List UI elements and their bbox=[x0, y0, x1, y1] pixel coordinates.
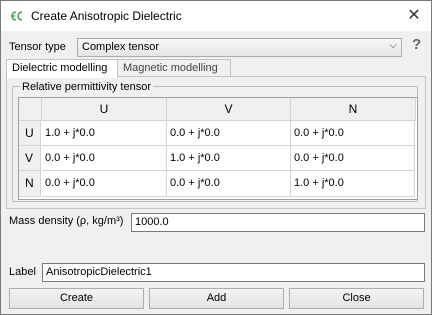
help-icon[interactable]: ? bbox=[412, 36, 421, 53]
close-icon[interactable]: ✕ bbox=[403, 5, 425, 27]
app-icon bbox=[11, 11, 23, 21]
table-cell[interactable]: 0.0 + j*0.0 bbox=[291, 146, 415, 171]
column-header-u: U bbox=[42, 98, 167, 121]
tab-dielectric-modelling[interactable]: Dielectric modelling bbox=[6, 59, 118, 78]
table-cell[interactable]: 1.0 + j*0.0 bbox=[42, 121, 167, 146]
close-button[interactable]: Close bbox=[289, 288, 424, 309]
table-cell[interactable]: 1.0 + j*0.0 bbox=[291, 171, 415, 197]
tab-panel: Relative permittivity tensor U V N U 1.0… bbox=[6, 76, 426, 209]
row-header-v: V bbox=[19, 146, 41, 171]
tab-label: Magnetic modelling bbox=[123, 62, 218, 74]
tab-label: Dielectric modelling bbox=[12, 62, 108, 74]
chevron-down-icon: ⌵ bbox=[389, 40, 397, 51]
table-cell[interactable]: 1.0 + j*0.0 bbox=[167, 146, 291, 171]
row-header-n: N bbox=[19, 171, 41, 197]
column-header-v: V bbox=[167, 98, 291, 121]
mass-density-input[interactable]: 1000.0 bbox=[131, 213, 425, 232]
table-cell[interactable]: 0.0 + j*0.0 bbox=[167, 171, 291, 197]
mass-density-label: Mass density (ρ, kg/m³) bbox=[9, 215, 124, 227]
title-bar: Create Anisotropic Dielectric ✕ bbox=[1, 1, 431, 31]
table-cell[interactable]: 0.0 + j*0.0 bbox=[167, 121, 291, 146]
corner-header bbox=[19, 98, 42, 121]
table-cell[interactable]: 0.0 + j*0.0 bbox=[291, 121, 415, 146]
label-field-label: Label bbox=[9, 266, 36, 278]
label-value: AnisotropicDielectric1 bbox=[46, 266, 152, 278]
permittivity-group: Relative permittivity tensor U V N U 1.0… bbox=[12, 81, 418, 202]
window-title: Create Anisotropic Dielectric bbox=[31, 9, 182, 23]
tensor-type-label: Tensor type bbox=[9, 41, 66, 53]
column-header-n: N bbox=[291, 98, 416, 121]
table-cell[interactable]: 0.0 + j*0.0 bbox=[42, 146, 167, 171]
group-title: Relative permittivity tensor bbox=[20, 81, 153, 93]
table-cell[interactable]: 0.0 + j*0.0 bbox=[42, 171, 167, 197]
add-button[interactable]: Add bbox=[149, 288, 284, 309]
row-header-u: U bbox=[19, 121, 41, 146]
label-input[interactable]: AnisotropicDielectric1 bbox=[42, 263, 425, 282]
permittivity-table: U V N U 1.0 + j*0.0 0.0 + j*0.0 0.0 + j*… bbox=[18, 97, 418, 200]
create-button[interactable]: Create bbox=[9, 288, 144, 309]
tab-magnetic-modelling[interactable]: Magnetic modelling bbox=[117, 59, 231, 77]
tensor-type-select[interactable]: Complex tensor ⌵ bbox=[77, 38, 402, 57]
mass-density-value: 1000.0 bbox=[135, 216, 169, 228]
dialog-window: Create Anisotropic Dielectric ✕ Tensor t… bbox=[0, 0, 432, 315]
tensor-type-value: Complex tensor bbox=[82, 41, 160, 53]
